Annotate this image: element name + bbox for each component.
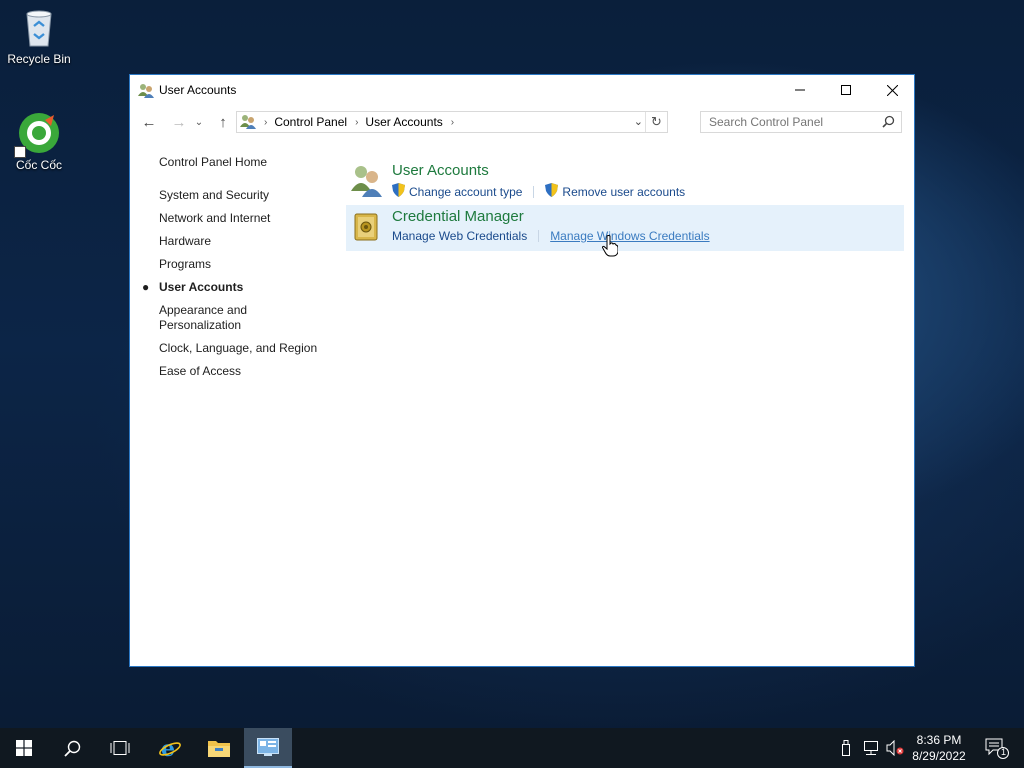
left-navigation-pane: Control Panel Home System and Security N…	[142, 155, 339, 387]
control-panel-taskbar-icon[interactable]	[244, 728, 292, 768]
nav-clock-language-region[interactable]: Clock, Language, and Region	[159, 341, 339, 356]
desktop-icon-coc-coc[interactable]: Cốc Cốc	[1, 112, 77, 172]
breadcrumb-user-accounts[interactable]: User Accounts	[365, 115, 442, 129]
action-center-icon[interactable]: 1	[980, 728, 1014, 768]
clock-date: 8/29/2022	[912, 749, 966, 763]
credential-manager-vault-icon[interactable]	[350, 209, 386, 245]
active-bullet-icon: ●	[142, 280, 150, 294]
breadcrumb-chevron-icon[interactable]: ›	[451, 117, 454, 128]
search-icon[interactable]	[882, 115, 895, 131]
breadcrumb-chevron-icon[interactable]: ›	[355, 117, 358, 128]
refresh-icon[interactable]: ↻	[645, 112, 667, 132]
desktop-icon-label: Recycle Bin	[7, 52, 71, 66]
uac-shield-icon	[545, 183, 559, 200]
search-box[interactable]	[700, 111, 902, 133]
category-title[interactable]: User Accounts	[392, 162, 489, 179]
nav-label: User Accounts	[159, 280, 244, 294]
up-arrow-icon[interactable]: ↑	[212, 111, 234, 133]
nav-appearance-and-personalization[interactable]: Appearance and Personalization	[159, 303, 259, 333]
control-panel-window: User Accounts ← → ⌄ ↑ › Control Panel › …	[129, 74, 915, 667]
usb-device-icon[interactable]	[841, 740, 851, 759]
shortcut-arrow-icon	[14, 146, 26, 158]
breadcrumb-control-panel[interactable]: Control Panel	[274, 115, 347, 129]
control-panel-home-link[interactable]: Control Panel Home	[159, 155, 339, 170]
desktop-icon-label: Cốc Cốc	[15, 158, 62, 172]
change-account-type-link[interactable]: Change account type	[392, 183, 522, 200]
notification-count-badge: 1	[1001, 747, 1007, 757]
clock-time: 8:36 PM	[916, 733, 962, 747]
task-view-icon[interactable]	[96, 728, 144, 768]
hand-pointer-cursor-icon	[601, 235, 619, 260]
search-icon[interactable]	[48, 728, 96, 768]
maximize-button[interactable]	[823, 75, 869, 105]
link-separator	[533, 185, 535, 198]
user-accounts-icon	[138, 82, 154, 101]
recent-locations-chevron-icon[interactable]: ⌄	[192, 111, 206, 133]
remove-user-accounts-link[interactable]: Remove user accounts	[545, 183, 685, 200]
address-dropdown-chevron-icon[interactable]: ⌄	[634, 115, 643, 128]
search-input[interactable]	[709, 115, 879, 129]
breadcrumb-chevron-icon[interactable]: ›	[264, 117, 267, 128]
minimize-button[interactable]	[777, 75, 823, 105]
back-arrow-icon[interactable]: ←	[138, 111, 160, 133]
user-accounts-icon[interactable]	[350, 163, 386, 199]
internet-explorer-icon[interactable]: e	[146, 728, 194, 768]
volume-muted-icon[interactable]	[886, 739, 904, 759]
uac-shield-icon	[392, 183, 405, 200]
system-clock[interactable]: 8:36 PM 8/29/2022	[904, 732, 974, 764]
nav-network-and-internet[interactable]: Network and Internet	[159, 211, 339, 226]
link-separator	[538, 230, 540, 242]
nav-ease-of-access[interactable]: Ease of Access	[159, 364, 339, 379]
category-user-accounts: User Accounts Change account type Remove…	[346, 159, 904, 205]
category-title[interactable]: Credential Manager	[392, 208, 524, 225]
file-explorer-icon[interactable]	[195, 728, 243, 768]
nav-system-and-security[interactable]: System and Security	[159, 188, 339, 203]
taskbar: e 8:36 PM 8/29/2022 1	[0, 728, 1024, 768]
recycle-bin-icon	[18, 6, 60, 48]
navigation-bar: ← → ⌄ ↑ › Control Panel › User Accounts …	[130, 109, 914, 135]
category-credential-manager: Credential Manager Manage Web Credential…	[346, 205, 904, 251]
desktop-icon-recycle-bin[interactable]: Recycle Bin	[1, 6, 77, 66]
network-icon[interactable]	[862, 740, 880, 759]
window-title: User Accounts	[159, 83, 237, 97]
coc-coc-browser-icon	[14, 112, 60, 158]
manage-web-credentials-link[interactable]: Manage Web Credentials	[392, 229, 527, 243]
forward-arrow-icon[interactable]: →	[168, 111, 190, 133]
nav-programs[interactable]: Programs	[159, 257, 339, 272]
address-bar[interactable]: › Control Panel › User Accounts › ⌄ ↻	[236, 111, 668, 133]
title-bar[interactable]: User Accounts	[130, 75, 914, 105]
nav-hardware[interactable]: Hardware	[159, 234, 339, 249]
manage-windows-credentials-link[interactable]: Manage Windows Credentials	[550, 229, 709, 243]
nav-user-accounts[interactable]: ● User Accounts	[142, 280, 339, 295]
windows-start-icon[interactable]	[0, 728, 48, 768]
close-button[interactable]	[869, 75, 915, 105]
user-accounts-icon	[240, 113, 256, 132]
